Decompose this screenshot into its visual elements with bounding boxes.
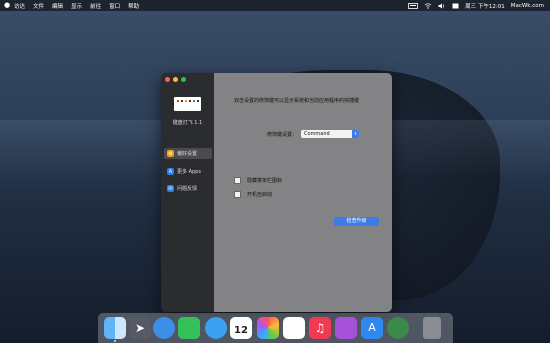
hide-menubar-icon-checkbox[interactable]: 隐藏菜单栏图标	[234, 177, 282, 184]
app-window: 键盘灯飞 1.1 ⚙ 偏好设置 A 更多 Apps ✉ 问题反馈 双击设置的修饰…	[161, 73, 392, 312]
checkbox-box[interactable]	[234, 191, 241, 198]
check-update-button[interactable]: 检查升级	[334, 217, 379, 226]
checkbox-label: 隐藏菜单栏图标	[247, 178, 283, 184]
menu-view[interactable]: 显示	[71, 2, 82, 10]
menu-finder[interactable]: 访达	[14, 2, 25, 10]
volume-icon[interactable]	[438, 3, 446, 9]
reminders-icon[interactable]	[283, 317, 305, 339]
launch-at-login-checkbox[interactable]: 开机自启动	[234, 191, 272, 198]
calendar-day: 12	[234, 325, 248, 336]
minimize-button[interactable]	[173, 77, 178, 82]
clock[interactable]: 周三 下午12:01	[465, 2, 505, 10]
preferences-panel: 双击设置的修饰键可以显示系统和当前应用程序的快捷键 修饰键设置： Command…	[214, 73, 392, 312]
chevron-updown-icon: ⇕	[352, 130, 360, 138]
apps-icon: A	[167, 168, 174, 175]
zoom-button[interactable]	[181, 77, 186, 82]
facetime-icon[interactable]	[178, 317, 200, 339]
watermark: MacWk.com	[510, 2, 544, 9]
modifier-label: 修饰键设置：	[267, 131, 298, 138]
description-text: 双击设置的修饰键可以显示系统和当前应用程序的快捷键	[234, 98, 360, 104]
music-icon[interactable]: ♫	[309, 317, 331, 339]
sidebar-item-preferences[interactable]: ⚙ 偏好设置	[164, 148, 212, 159]
photos-icon[interactable]	[257, 317, 279, 339]
menu-bar: ● 访达 文件 编辑 显示 前往 窗口 帮助 周三 下午12:01 MacWk.…	[0, 0, 550, 11]
menu-help[interactable]: 帮助	[128, 2, 139, 10]
messages-icon[interactable]	[205, 317, 227, 339]
find-my-icon[interactable]	[387, 317, 409, 339]
preferences-icon: ⚙	[167, 150, 174, 157]
modifier-value: Command	[304, 131, 330, 137]
safari-icon[interactable]	[153, 317, 175, 339]
menu-file[interactable]: 文件	[33, 2, 44, 10]
sidebar-item-label: 问题反馈	[177, 186, 198, 192]
checkbox-box[interactable]	[234, 177, 241, 184]
feedback-icon: ✉	[167, 185, 174, 192]
input-method-icon[interactable]	[452, 3, 459, 9]
sidebar-item-more-apps[interactable]: A 更多 Apps	[164, 166, 212, 177]
checkbox-label: 开机自启动	[247, 192, 273, 198]
close-button[interactable]	[165, 77, 170, 82]
podcasts-icon[interactable]	[335, 317, 357, 339]
running-indicator	[114, 340, 116, 342]
dock: ➤ 12 ♫ A	[98, 313, 453, 343]
calendar-icon[interactable]: 12	[230, 317, 252, 339]
app-name: 键盘灯飞 1.1	[172, 120, 203, 126]
app-store-icon[interactable]: A	[361, 317, 383, 339]
app-logo-icon	[174, 97, 201, 111]
menu-edit[interactable]: 编辑	[52, 2, 63, 10]
sidebar-item-label: 偏好设置	[177, 151, 198, 157]
menu-go[interactable]: 前往	[90, 2, 101, 10]
wifi-icon[interactable]	[424, 2, 432, 9]
sidebar: 键盘灯飞 1.1 ⚙ 偏好设置 A 更多 Apps ✉ 问题反馈	[161, 73, 214, 312]
sidebar-item-feedback[interactable]: ✉ 问题反馈	[164, 183, 212, 194]
sidebar-item-label: 更多 Apps	[177, 169, 201, 175]
menu-window[interactable]: 窗口	[109, 2, 120, 10]
window-controls	[165, 77, 186, 82]
trash-icon[interactable]	[423, 317, 441, 339]
modifier-select[interactable]: Command ⇕	[301, 130, 360, 138]
modifier-setting-row: 修饰键设置： Command ⇕	[267, 130, 360, 138]
finder-icon[interactable]	[104, 317, 126, 339]
launchpad-icon[interactable]: ➤	[129, 317, 151, 339]
keyboard-light-icon[interactable]	[408, 2, 419, 9]
apple-menu-icon[interactable]: ●	[0, 0, 14, 11]
